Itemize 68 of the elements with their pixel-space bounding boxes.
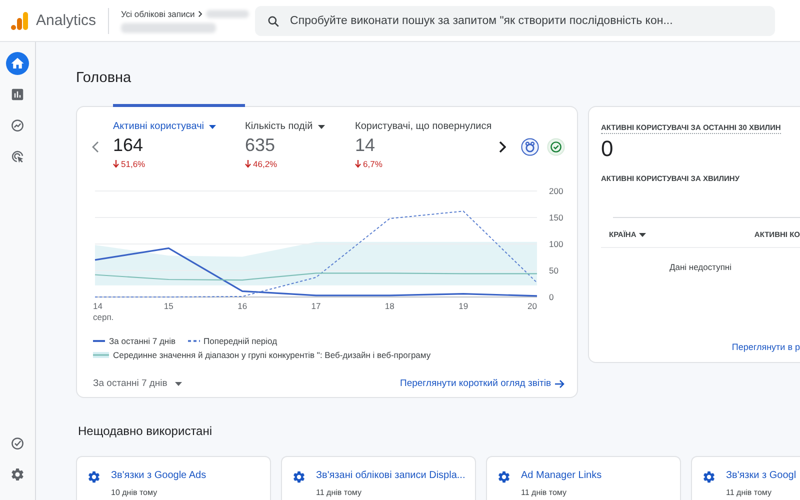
settings-icon: [497, 470, 511, 484]
y-tick-label: 50: [549, 266, 558, 276]
trend-circle-icon: [10, 118, 25, 133]
y-tick-label: 200: [549, 186, 564, 196]
bar-chart-icon: [10, 87, 25, 102]
down-arrow-icon: [113, 160, 119, 168]
x-tick-label: 14: [93, 301, 102, 311]
caret-icon: [175, 382, 182, 386]
metric-tab[interactable]: Активні користувачі 164 51,6%: [113, 104, 245, 173]
recent-item-time: 11 днів тому: [726, 488, 772, 497]
recent-item-time: 10 днів тому: [111, 488, 158, 497]
metric-tab[interactable]: Кількість подій 635 46,2%: [245, 104, 355, 173]
y-tick-label: 0: [549, 292, 554, 302]
dashed-line-swatch: [188, 338, 200, 344]
x-tick-label: 19: [458, 301, 468, 311]
settings-icon: [292, 470, 306, 484]
down-arrow-icon: [355, 160, 361, 168]
caret-icon: [639, 232, 646, 236]
legend-label: За останні 7 днів: [109, 336, 176, 346]
realtime-value: 0: [601, 136, 614, 162]
chevron-right-icon: [498, 141, 506, 153]
chevron-icon: [198, 10, 203, 18]
x-tick-label: 17: [311, 301, 321, 311]
view-reports-link[interactable]: Переглянути короткий огляд звітів: [400, 378, 565, 389]
recent-item-title: Зв'язки з Googl: [726, 470, 796, 481]
breadcrumb-link[interactable]: Усі облікові записи: [121, 8, 195, 18]
solid-line-swatch: [93, 338, 105, 344]
recent-item-time: 11 днів тому: [521, 488, 568, 497]
home-icon: [10, 56, 25, 71]
home-nav-button[interactable]: [6, 52, 29, 75]
search-field[interactable]: Спробуйте виконати пошук за запитом "як створити послідовність кон...: [255, 6, 776, 36]
recent-item-card[interactable]: Зв'язки з Googl 11 днів тому: [691, 456, 800, 500]
blurred-placeholder: [206, 10, 250, 18]
arrow-right-icon: [555, 378, 565, 388]
settings-icon: [87, 470, 101, 484]
x-tick-label: 18: [384, 301, 394, 311]
realtime-link[interactable]: Переглянути в р: [732, 342, 800, 352]
analytics-logo-icon: [10, 10, 30, 30]
settings-icon: [10, 467, 25, 482]
recent-item-title: Зв'язки з Google Ads: [111, 470, 206, 481]
check-circle-icon[interactable]: [547, 138, 565, 156]
month-label: серп.: [93, 312, 114, 322]
x-tick-label: 20: [528, 301, 537, 311]
section-title: Нещодавно використані: [78, 424, 214, 438]
chevron-left-icon: [92, 141, 100, 153]
legend-label: Попередній період: [204, 336, 278, 346]
metric-tab[interactable]: Користувачі, що повернулися 14 6,7%: [355, 104, 491, 173]
legend-label: Серединне значення й діапазон у групі конкурентів ": Веб-дизайн і веб-програму: [113, 350, 431, 360]
product-name: Analytics: [36, 8, 110, 34]
y-tick-label: 100: [549, 239, 564, 249]
band-swatch: [93, 352, 109, 358]
settings-icon: [702, 470, 716, 484]
y-tick-label: 150: [549, 212, 564, 222]
down-arrow-icon: [245, 160, 251, 168]
target-cursor-icon: [10, 149, 25, 164]
recent-item-title: Зв'язані облікові записи Displa...: [316, 470, 466, 481]
recent-item-card[interactable]: Зв'язки з Google Ads 10 днів тому: [76, 456, 271, 500]
insights-icon[interactable]: [521, 138, 539, 156]
check-circle-icon: [10, 436, 25, 451]
recent-item-card[interactable]: Зв'язані облікові записи Displa... 11 днів тому: [281, 456, 476, 500]
recent-item-time: 11 днів тому: [316, 488, 362, 497]
page-title: Головна: [76, 70, 132, 86]
empty-message: Дані недоступні: [668, 262, 733, 272]
x-tick-label: 16: [238, 301, 248, 311]
period-dropdown[interactable]: За останні 7 днів: [93, 378, 182, 389]
recent-item-title: Ad Manager Links: [521, 470, 602, 481]
recent-item-card[interactable]: Ad Manager Links 11 днів тому: [486, 456, 681, 500]
x-tick-label: 15: [164, 301, 174, 311]
